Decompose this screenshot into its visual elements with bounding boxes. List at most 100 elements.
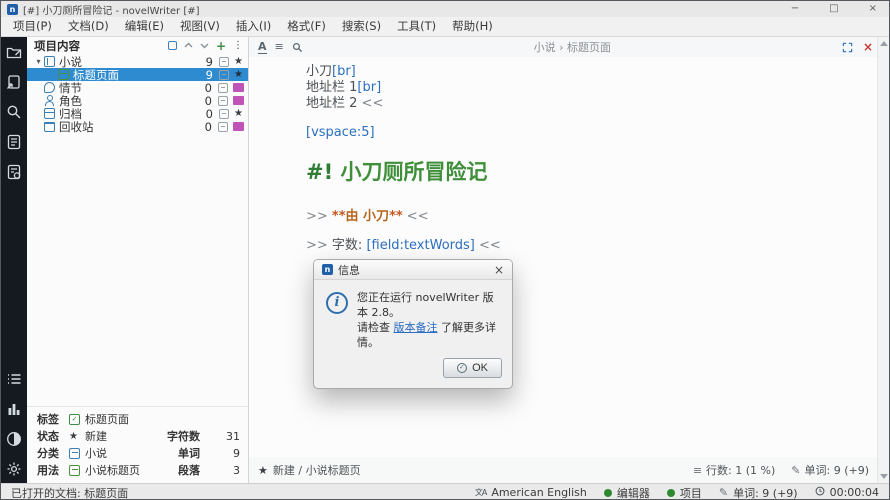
editor-search-icon[interactable]: [292, 38, 303, 57]
scroll-up-arrow-icon[interactable]: [880, 41, 888, 46]
session-words-status: ✎ 单词: 9 (+9): [719, 485, 798, 500]
editor-header-actions: ×: [842, 38, 873, 57]
word-counter-text: 单词: 9 (+9): [805, 462, 870, 478]
breadcrumb-current[interactable]: 标题页面: [567, 41, 611, 54]
dialog-app-icon: n: [322, 264, 333, 275]
active-flag-icon: [218, 122, 228, 132]
more-options-icon[interactable]: ⋮: [233, 40, 243, 52]
translate-icon: 文A: [475, 487, 486, 498]
breadcrumb-separator: ›: [559, 41, 563, 54]
active-flag-icon: [219, 70, 229, 80]
active-flag-icon: [219, 57, 229, 67]
breadcrumb: 小说 › 标题页面: [303, 39, 842, 55]
menu-help[interactable]: 帮助(H): [444, 17, 501, 36]
menu-edit[interactable]: 编辑(E): [117, 17, 172, 36]
menu-insert[interactable]: 插入(I): [228, 17, 279, 36]
expander-icon[interactable]: ▾: [33, 57, 44, 66]
trash-icon: [44, 122, 55, 132]
document-outline-icon[interactable]: ≡: [275, 41, 284, 53]
project-edit-icon[interactable]: [6, 44, 22, 60]
stat-label-usage: 段落: [167, 462, 208, 478]
status-square-icon: [233, 122, 244, 131]
project-status-label: 项目: [680, 485, 702, 500]
menu-view[interactable]: 视图(V): [172, 17, 228, 36]
novelwriter-window: n [#] 小刀厕所冒险记 - novelWriter [#] − □ × 项目…: [0, 0, 890, 500]
dialog-message-line2-pre: 请检查: [357, 321, 394, 334]
editor-status-dot-icon: [604, 489, 612, 497]
dialog-message: 您正在运行 novelWriter 版本 2.8。 请检查 版本备注 了解更多详…: [357, 290, 502, 350]
add-item-icon[interactable]: +: [216, 40, 226, 52]
tree-item-trash[interactable]: 回收站0: [27, 120, 248, 133]
active-flag-icon: [218, 96, 228, 106]
project-autosave-status: 项目: [667, 485, 702, 500]
doc-line-4: [vspace:5]: [306, 125, 869, 141]
dialog-body: i 您正在运行 novelWriter 版本 2.8。 请检查 版本备注 了解更…: [314, 280, 512, 354]
doc-segment: 字数:: [332, 238, 367, 253]
build-manuscript-icon[interactable]: [6, 164, 22, 180]
menu-document[interactable]: 文档(D): [60, 17, 117, 36]
doc-line-8: >> **由 小刀** <<: [306, 209, 869, 225]
doc-segment: >>: [306, 238, 332, 253]
novel-view-icon[interactable]: [6, 74, 22, 90]
language-label: American English: [491, 486, 587, 499]
doc-blank-line: [306, 196, 869, 209]
writing-stats-icon[interactable]: [6, 401, 22, 417]
window-title: [#] 小刀厕所冒险记 - novelWriter [#]: [23, 2, 200, 17]
doc-segment: [vspace:5]: [306, 125, 375, 140]
editor-scrollbar[interactable]: [877, 37, 889, 483]
menu-tools[interactable]: 工具(T): [389, 17, 444, 36]
line-counter: ≡ 行数: 1 (1 %): [693, 462, 775, 478]
release-notes-link[interactable]: 版本备注: [394, 321, 438, 334]
menu-project[interactable]: 项目(P): [5, 17, 60, 36]
ok-button[interactable]: ✓ OK: [443, 358, 502, 378]
outline-doc-icon[interactable]: [6, 134, 22, 150]
doc-segment: [br]: [357, 80, 381, 95]
quick-links-icon[interactable]: [168, 40, 177, 52]
status-bar: 已打开的文档: 标题页面 文A American English 编辑器 项目 …: [1, 483, 889, 500]
title-bar: n [#] 小刀厕所冒险记 - novelWriter [#] − □ ×: [1, 1, 889, 17]
doc-segment: <<: [475, 238, 501, 253]
doc-segment: <<: [362, 96, 384, 111]
move-up-icon[interactable]: [184, 40, 193, 52]
detail-doc-blue-icon: [69, 448, 80, 459]
doc-segment: 小刀厕所冒险记: [340, 160, 487, 184]
scroll-down-arrow-icon[interactable]: [880, 474, 888, 479]
minimize-button[interactable]: −: [791, 2, 799, 16]
pen-icon: ✎: [791, 464, 800, 477]
status-square-icon: [233, 83, 244, 92]
doc-segment: >>: [306, 209, 332, 224]
status-star-icon: ★: [258, 464, 268, 477]
doc-blank-line: [306, 112, 869, 125]
activity-bar: [1, 37, 27, 483]
project-panel: 项目内容 + ⋮ ▾小说9★标题页面9★情节0角色0归档0★回收站0 标签✓标题…: [27, 37, 249, 483]
doc-segment: 由 小刀: [346, 209, 390, 224]
close-document-icon[interactable]: ×: [863, 41, 873, 53]
tree-item-count: 9: [197, 68, 213, 82]
language-status[interactable]: 文A American English: [475, 486, 587, 499]
settings-gear-icon[interactable]: [6, 461, 22, 477]
text-format-icon[interactable]: A: [258, 41, 267, 54]
session-words-label: 单词: 9 (+9): [733, 485, 798, 500]
window-controls: − □ ×: [791, 2, 883, 16]
theme-toggle-icon[interactable]: [6, 431, 22, 447]
maximize-button[interactable]: □: [829, 2, 838, 16]
doc-line-2: 地址栏 2 <<: [306, 96, 869, 112]
detail-value-class: 小说: [85, 445, 167, 461]
close-button[interactable]: ×: [869, 2, 877, 16]
tree-item-count: 0: [196, 81, 212, 95]
move-down-icon[interactable]: [200, 40, 209, 52]
detail-check-icon: ✓: [69, 414, 80, 425]
outline-view-icon[interactable]: [6, 371, 22, 387]
menu-search[interactable]: 搜索(S): [334, 17, 389, 36]
project-panel-title: 项目内容: [34, 38, 161, 54]
expand-editor-icon[interactable]: [842, 38, 853, 57]
document-editor[interactable]: 小刀[br]地址栏 1[br]地址栏 2 <<[vspace:5]#! 小刀厕所…: [249, 57, 889, 457]
project-status-dot-icon: [667, 489, 675, 497]
search-icon[interactable]: [6, 104, 22, 120]
menu-format[interactable]: 格式(F): [279, 17, 334, 36]
project-tree: ▾小说9★标题页面9★情节0角色0归档0★回收站0: [27, 53, 248, 133]
dialog-close-icon[interactable]: ×: [494, 264, 504, 276]
detail-star-icon: ★: [69, 431, 80, 442]
breadcrumb-parent[interactable]: 小说: [534, 41, 556, 54]
dialog-title-bar[interactable]: n 信息 ×: [314, 260, 512, 280]
